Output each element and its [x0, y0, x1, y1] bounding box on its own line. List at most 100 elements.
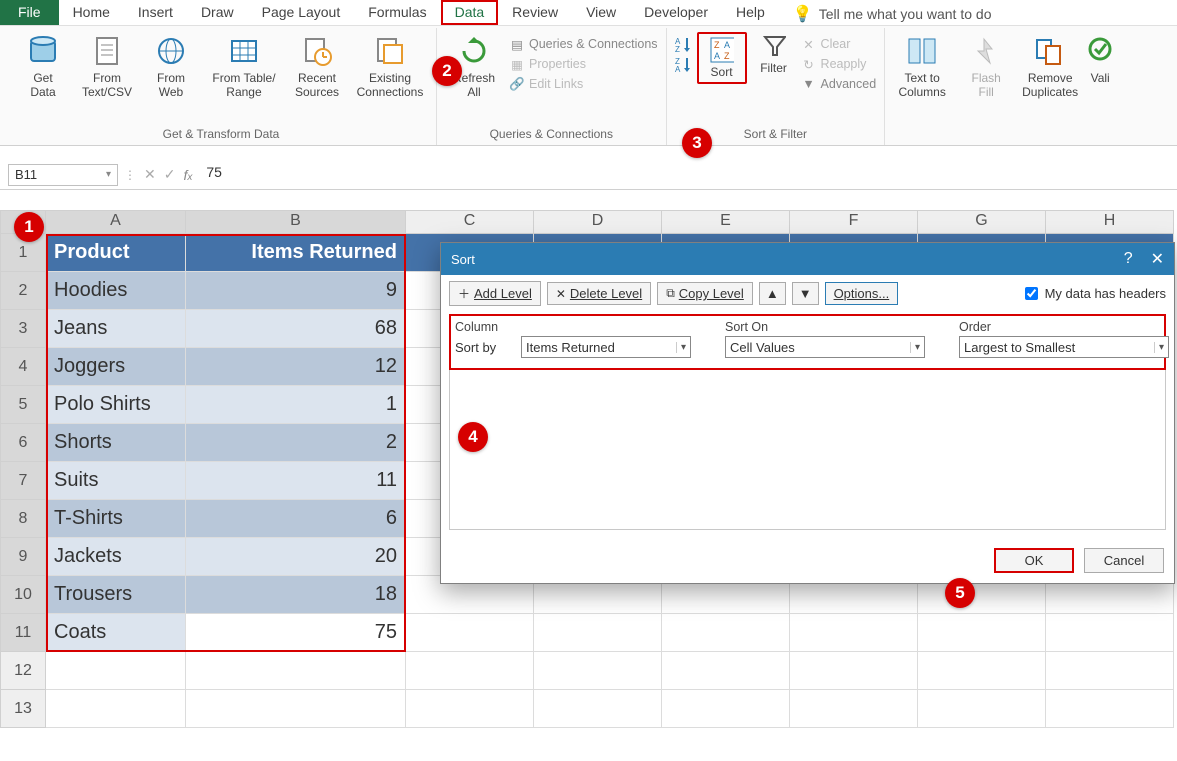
cell-returned[interactable]: 68 [186, 310, 406, 348]
tab-view[interactable]: View [572, 0, 630, 25]
name-box[interactable]: B11 [8, 164, 118, 186]
svg-text:A: A [675, 65, 681, 72]
cell-returned[interactable]: 75 [186, 614, 406, 652]
header-product[interactable]: Product [46, 234, 186, 272]
row-header-10[interactable]: 10 [0, 576, 46, 614]
queries-connections-button[interactable]: ▤Queries & Connections [509, 36, 658, 52]
existing-connections-button[interactable]: Existing Connections [352, 32, 428, 100]
tell-me[interactable]: 💡 Tell me what you want to do [779, 0, 1006, 25]
cell-product[interactable]: Trousers [46, 576, 186, 614]
callout-5: 5 [945, 578, 975, 608]
row-header-9[interactable]: 9 [0, 538, 46, 576]
row-header-3[interactable]: 3 [0, 310, 46, 348]
get-data-button[interactable]: Get Data [14, 32, 72, 100]
tab-draw[interactable]: Draw [187, 0, 248, 25]
sort-order-combo[interactable]: Largest to Smallest▾ [959, 336, 1169, 358]
row-header-2[interactable]: 2 [0, 272, 46, 310]
cell-product[interactable]: Joggers [46, 348, 186, 386]
cell-product[interactable]: Shorts [46, 424, 186, 462]
header-returned[interactable]: Items Returned [186, 234, 406, 272]
row-header-12[interactable]: 12 [0, 652, 46, 690]
cancel-formula-icon[interactable]: ✕ [144, 166, 156, 183]
copy-level-button[interactable]: ⧉ Copy Level [657, 282, 753, 305]
sort-asc-button[interactable]: AZ [675, 36, 691, 52]
col-header-a[interactable]: A [46, 210, 186, 234]
col-header-d[interactable]: D [534, 210, 662, 234]
cancel-button[interactable]: Cancel [1084, 548, 1164, 573]
flash-fill-button[interactable]: Flash Fill [957, 32, 1015, 100]
cell-returned[interactable]: 11 [186, 462, 406, 500]
row-header-7[interactable]: 7 [0, 462, 46, 500]
sort-column-combo[interactable]: Items Returned▾ [521, 336, 691, 358]
col-header-f[interactable]: F [790, 210, 918, 234]
row-header-5[interactable]: 5 [0, 386, 46, 424]
delete-level-button[interactable]: ✕ Delete Level [547, 282, 651, 305]
add-level-button[interactable]: ＋ Add Level [449, 281, 541, 306]
cell-returned[interactable]: 12 [186, 348, 406, 386]
col-header-c[interactable]: C [406, 210, 534, 234]
from-table-range-button[interactable]: From Table/ Range [206, 32, 282, 100]
col-header-e[interactable]: E [662, 210, 790, 234]
formula-input[interactable]: 75 [198, 164, 1169, 186]
move-down-button[interactable]: ▼ [792, 282, 819, 305]
text-to-columns-button[interactable]: Text to Columns [893, 32, 951, 100]
criteria-row: Sort by Items Returned▾ Cell Values▾ Lar… [455, 336, 1160, 358]
edit-links-button[interactable]: 🔗Edit Links [509, 76, 658, 92]
cell-returned[interactable]: 6 [186, 500, 406, 538]
cell-returned[interactable]: 1 [186, 386, 406, 424]
cell-product[interactable]: T-Shirts [46, 500, 186, 538]
tab-help[interactable]: Help [722, 0, 779, 25]
sort-on-combo[interactable]: Cell Values▾ [725, 336, 925, 358]
from-text-csv-button[interactable]: From Text/CSV [78, 32, 136, 100]
cell-product[interactable]: Polo Shirts [46, 386, 186, 424]
clear-filter-button[interactable]: ✕Clear [801, 36, 877, 52]
tab-page-layout[interactable]: Page Layout [248, 0, 355, 25]
sort-button[interactable]: ZAAZ Sort [701, 36, 743, 80]
row-header-8[interactable]: 8 [0, 500, 46, 538]
fx-icon[interactable]: fx [183, 167, 192, 183]
row-header-13[interactable]: 13 [0, 690, 46, 728]
sort-desc-button[interactable]: ZA [675, 56, 691, 72]
dialog-help-icon[interactable]: ? [1124, 250, 1133, 268]
cell-product[interactable]: Suits [46, 462, 186, 500]
cell-returned[interactable]: 20 [186, 538, 406, 576]
order-header-label: Order [959, 320, 1169, 334]
col-header-b[interactable]: B [186, 210, 406, 234]
properties-button[interactable]: ▦Properties [509, 56, 658, 72]
col-header-g[interactable]: G [918, 210, 1046, 234]
tab-formulas[interactable]: Formulas [354, 0, 440, 25]
remove-duplicates-button[interactable]: Remove Duplicates [1021, 32, 1079, 100]
tab-home[interactable]: Home [59, 0, 124, 25]
advanced-filter-button[interactable]: ▼Advanced [801, 76, 877, 92]
tab-insert[interactable]: Insert [124, 0, 187, 25]
tab-review[interactable]: Review [498, 0, 572, 25]
dialog-close-icon[interactable]: ✕ [1151, 249, 1164, 269]
has-headers-checkbox[interactable] [1025, 287, 1038, 300]
cell-product[interactable]: Jackets [46, 538, 186, 576]
move-up-button[interactable]: ▲ [759, 282, 786, 305]
row-header-4[interactable]: 4 [0, 348, 46, 386]
dialog-titlebar[interactable]: Sort ? ✕ [441, 243, 1174, 275]
col-header-h[interactable]: H [1046, 210, 1174, 234]
tab-data[interactable]: Data [441, 0, 499, 25]
ok-button[interactable]: OK [994, 548, 1074, 573]
row-header-6[interactable]: 6 [0, 424, 46, 462]
data-validation-button[interactable]: Vali [1085, 32, 1115, 86]
cell-product[interactable]: Hoodies [46, 272, 186, 310]
cell-returned[interactable]: 2 [186, 424, 406, 462]
tab-developer[interactable]: Developer [630, 0, 722, 25]
cell-returned[interactable]: 9 [186, 272, 406, 310]
dialog-title: Sort [451, 252, 475, 267]
cell-product[interactable]: Jeans [46, 310, 186, 348]
tab-file[interactable]: File [0, 0, 59, 25]
enter-formula-icon[interactable]: ✓ [164, 166, 176, 183]
row-header-11[interactable]: 11 [0, 614, 46, 652]
from-web-button[interactable]: From Web [142, 32, 200, 100]
cell-returned[interactable]: 18 [186, 576, 406, 614]
reapply-button[interactable]: ↻Reapply [801, 56, 877, 72]
recent-sources-button[interactable]: Recent Sources [288, 32, 346, 100]
has-headers-check[interactable]: My data has headers [1021, 284, 1166, 303]
options-button[interactable]: Options... [825, 282, 899, 305]
filter-button[interactable]: Filter [753, 32, 795, 76]
cell-product[interactable]: Coats [46, 614, 186, 652]
